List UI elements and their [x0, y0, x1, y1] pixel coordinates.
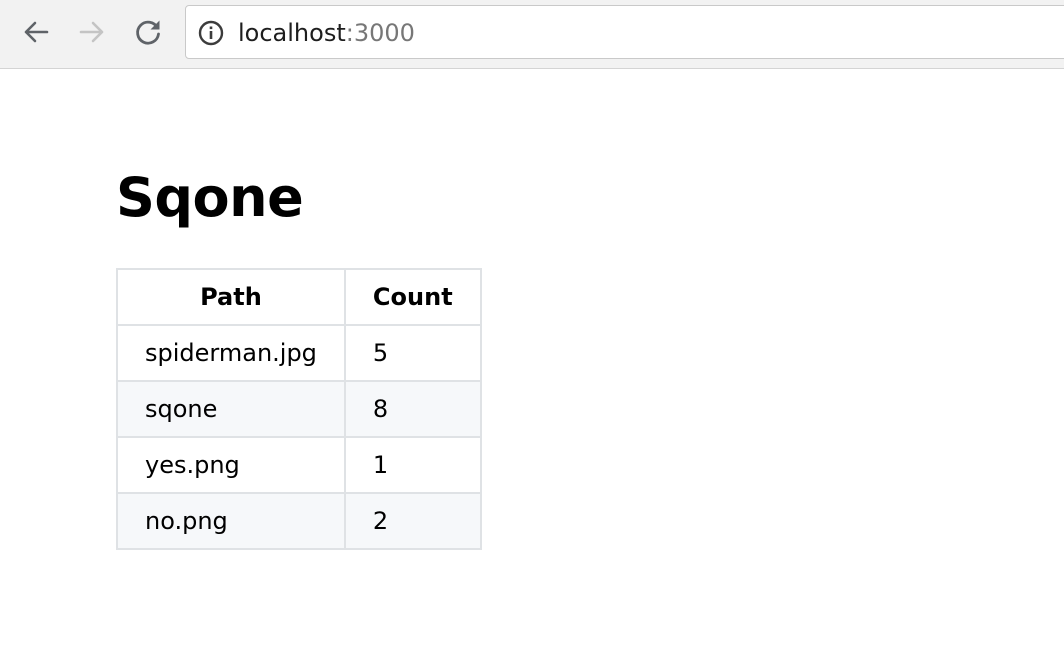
table-row: yes.png 1 [116, 436, 482, 494]
reload-button[interactable] [131, 15, 165, 49]
address-bar[interactable]: localhost:3000 [185, 5, 1064, 59]
count-cell: 1 [343, 436, 482, 494]
page-content: Sqone Path Count spiderman.jpg 5 sqone 8… [116, 160, 482, 550]
arrow-right-icon [79, 21, 104, 43]
column-header-path: Path [116, 268, 346, 326]
count-cell: 5 [343, 324, 482, 382]
url-text[interactable]: localhost:3000 [238, 18, 415, 48]
info-icon[interactable] [198, 20, 224, 46]
back-button[interactable] [19, 15, 53, 49]
table-row: no.png 2 [116, 492, 482, 550]
url-host: localhost [238, 19, 346, 47]
forward-button[interactable] [75, 15, 109, 49]
path-cell: sqone [116, 380, 346, 438]
path-cell: no.png [116, 492, 346, 550]
path-cell: yes.png [116, 436, 346, 494]
path-count-table: Path Count spiderman.jpg 5 sqone 8 yes.p… [116, 268, 482, 550]
path-cell: spiderman.jpg [116, 324, 346, 382]
page-title: Sqone [116, 166, 304, 229]
table-row: spiderman.jpg 5 [116, 324, 482, 382]
count-cell: 2 [343, 492, 482, 550]
column-header-count: Count [343, 268, 482, 326]
count-cell: 8 [343, 380, 482, 438]
url-port: :3000 [345, 19, 415, 47]
reload-icon [136, 20, 160, 45]
arrow-left-icon [24, 21, 49, 43]
table-header-row: Path Count [116, 268, 482, 326]
browser-toolbar: localhost:3000 [0, 0, 1064, 69]
table-row: sqone 8 [116, 380, 482, 438]
